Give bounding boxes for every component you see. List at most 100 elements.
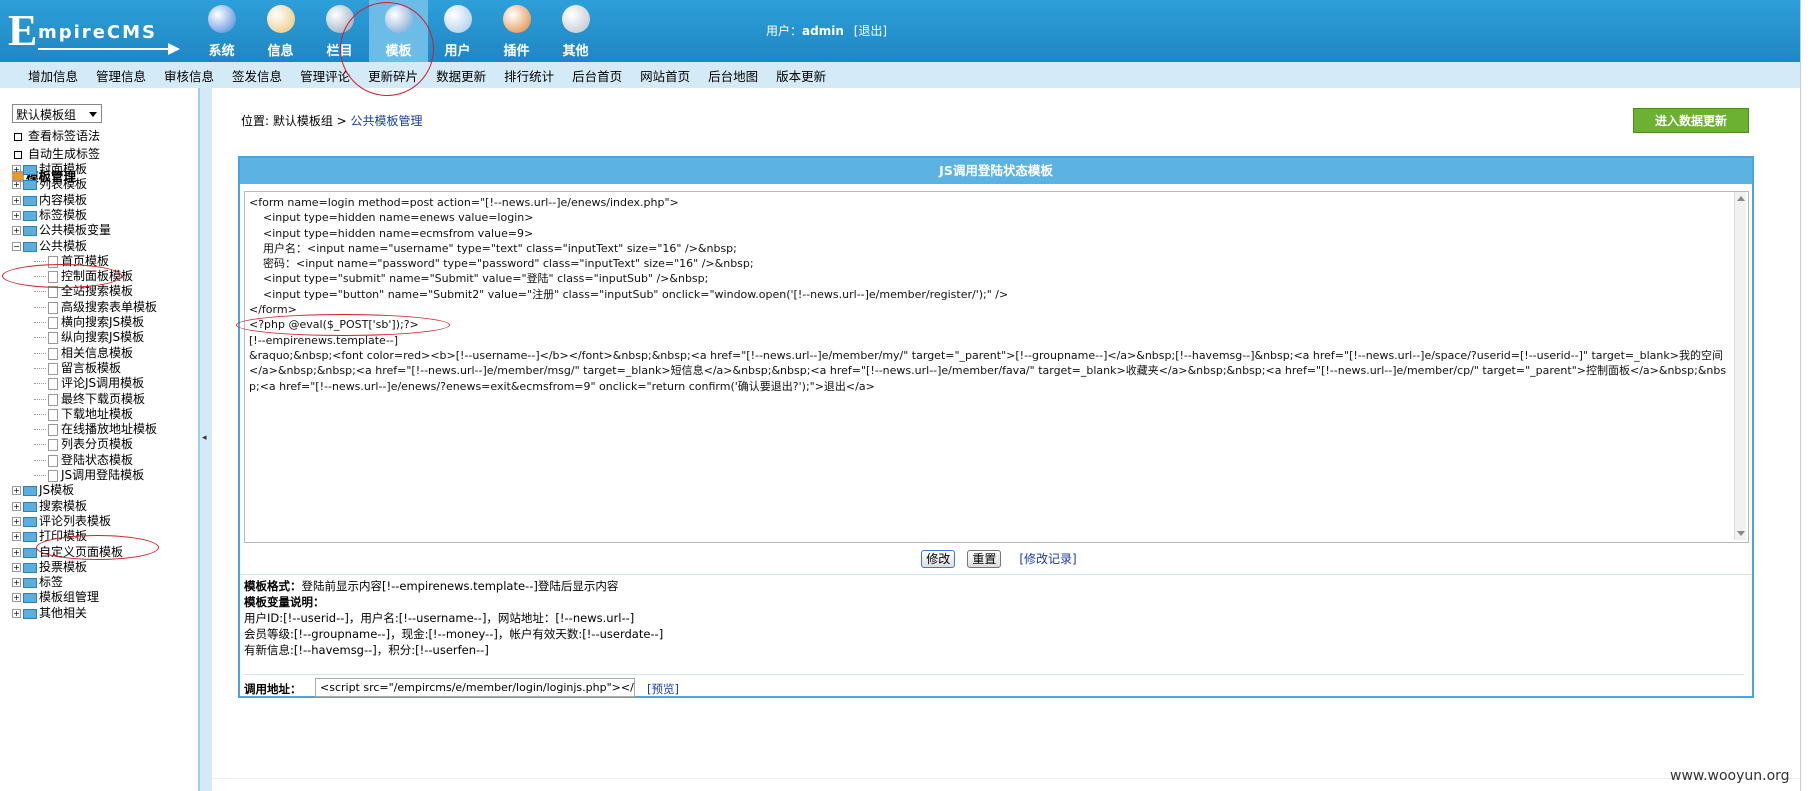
tree-subitem[interactable]: 相关信息模板	[34, 344, 133, 360]
file-icon	[48, 331, 58, 344]
tree-item[interactable]: − 公共模板	[12, 237, 87, 253]
plus-icon[interactable]: +	[12, 563, 21, 572]
folder-icon	[23, 210, 37, 221]
enter-data-update-button[interactable]: 进入数据更新	[1633, 108, 1749, 133]
sub-nav-item[interactable]: 版本更新	[776, 66, 826, 85]
tree-subitem[interactable]: 留言板模板	[34, 359, 121, 375]
call-url-input[interactable]: <script src="/empircms/e/member/login/lo…	[315, 678, 635, 697]
preview-link[interactable]: [预览]	[647, 681, 679, 697]
template-edit-panel: JS调用登陆状态模板 <form name=login method=post …	[238, 156, 1754, 698]
tree-item[interactable]: + 列表模板	[12, 175, 87, 191]
folder-icon	[23, 516, 37, 527]
breadcrumb-link[interactable]: 公共模板管理	[351, 114, 423, 128]
breadcrumb: 位置: 默认模板组 > 公共模板管理	[241, 114, 423, 128]
tree-subitem[interactable]: 评论JS调用模板	[34, 374, 144, 390]
folder-icon	[23, 547, 37, 558]
sub-nav-item[interactable]: 排行统计	[504, 66, 554, 85]
tree-item[interactable]: + 评论列表模板	[12, 512, 111, 528]
plus-icon[interactable]: +	[12, 196, 21, 205]
plus-icon[interactable]: +	[12, 502, 21, 511]
template-group-select[interactable]: 默认模板组	[12, 104, 102, 123]
tree-item[interactable]: + 其他相关	[12, 604, 87, 620]
sub-nav-item[interactable]: 后台首页	[572, 66, 622, 85]
top-nav-item[interactable]: 插件	[487, 0, 546, 62]
tree-subitem[interactable]: 登陆状态模板	[34, 451, 133, 467]
top-nav-label: 用户	[444, 44, 471, 59]
sidebar-collapse-bar[interactable]: ◂	[200, 88, 212, 791]
sub-nav-item[interactable]: 审核信息	[164, 66, 214, 85]
modify-log-link[interactable]: [修改记录]	[1019, 552, 1076, 566]
modify-button[interactable]: 修改	[921, 550, 956, 568]
top-nav-item[interactable]: 用户	[428, 0, 487, 62]
file-icon	[48, 438, 58, 451]
tree-item[interactable]: + 标签模板	[12, 206, 87, 222]
file-icon	[48, 362, 58, 375]
reset-button[interactable]: 重置	[967, 550, 1002, 568]
sub-nav-item[interactable]: 管理信息	[96, 66, 146, 85]
folder-icon	[23, 485, 37, 496]
tree-item[interactable]: + 内容模板	[12, 191, 87, 207]
plus-icon[interactable]: +	[12, 211, 21, 220]
folder-icon	[23, 241, 37, 252]
tree-item[interactable]: + 封面模板	[12, 160, 87, 176]
annotation-ellipse-js-login-template	[36, 535, 159, 560]
tree-subitem[interactable]: 列表分页模板	[34, 435, 133, 451]
logout-link[interactable]: [退出]	[854, 24, 887, 38]
plus-icon[interactable]: +	[12, 486, 21, 495]
minus-icon[interactable]: −	[12, 242, 21, 251]
top-nav-label: 系统	[208, 44, 235, 59]
annotation-ellipse-public-template	[2, 264, 122, 288]
plus-icon[interactable]: +	[12, 609, 21, 618]
tree-subitem[interactable]: 在线播放地址模板	[34, 420, 157, 436]
annotation-ellipse-template-tab	[340, 2, 434, 96]
file-icon	[48, 408, 58, 421]
tree-subitem[interactable]: 横向搜索JS模板	[34, 313, 144, 329]
tree-item[interactable]: + 模板组管理	[12, 588, 99, 604]
tree-subitem[interactable]: 纵向搜索JS模板	[34, 328, 144, 344]
plus-icon[interactable]: +	[12, 180, 21, 189]
template-info: 模板格式：登陆前显示内容[!--empirenews.template--]登陆…	[244, 579, 664, 657]
view-tag-syntax-link[interactable]: 查看标签语法	[14, 127, 100, 144]
tree-item[interactable]: + JS模板	[12, 481, 74, 497]
sub-nav-item[interactable]: 管理评论	[300, 66, 350, 85]
top-nav-item[interactable]: 系统	[192, 0, 251, 62]
checkbox-icon	[14, 150, 22, 159]
plus-icon[interactable]: +	[12, 593, 21, 602]
folder-icon	[23, 501, 37, 512]
sub-nav-item[interactable]: 数据更新	[436, 66, 486, 85]
watermark: www.wooyun.org	[1670, 768, 1790, 784]
sub-nav-item[interactable]: 签发信息	[232, 66, 282, 85]
template-code-textarea[interactable]: <form name=login method=post action="[!-…	[244, 191, 1749, 543]
annotation-ellipse-eval-code	[236, 314, 450, 336]
textarea-scrollbar[interactable]	[1734, 192, 1746, 540]
sub-nav-item[interactable]: 增加信息	[28, 66, 78, 85]
collapse-arrow-icon: ◂	[202, 433, 207, 443]
tree-subitem[interactable]: 下载地址模板	[34, 405, 133, 421]
scroll-up-icon	[1737, 196, 1745, 201]
tree-subitem[interactable]: JS调用登陆模板	[34, 466, 144, 482]
tree-subitem[interactable]: 最终下载页模板	[34, 390, 145, 406]
sub-nav-item[interactable]: 后台地图	[708, 66, 758, 85]
plus-icon[interactable]: +	[12, 532, 21, 541]
tree-subitem[interactable]: 高级搜索表单模板	[34, 298, 157, 314]
plus-icon[interactable]: +	[12, 548, 21, 557]
scroll-down-icon	[1737, 531, 1745, 536]
plus-icon[interactable]: +	[12, 578, 21, 587]
folder-icon	[23, 531, 37, 542]
folder-icon	[23, 577, 37, 588]
window-scrollbar[interactable]	[1800, 0, 1814, 791]
top-nav-item[interactable]: 信息	[251, 0, 310, 62]
tree-item[interactable]: + 搜索模板	[12, 497, 87, 513]
plus-icon[interactable]: +	[12, 165, 21, 174]
folder-icon	[23, 164, 37, 175]
tree-item[interactable]: + 公共模板变量	[12, 221, 111, 237]
file-icon	[48, 301, 58, 314]
tree-item[interactable]: + 投票模板	[12, 558, 87, 574]
plus-icon[interactable]: +	[12, 226, 21, 235]
tree-item[interactable]: + 标签	[12, 573, 63, 589]
folder-icon	[23, 225, 37, 236]
top-nav-item[interactable]: 其他	[546, 0, 605, 62]
plus-icon[interactable]: +	[12, 517, 21, 526]
sub-nav-item[interactable]: 网站首页	[640, 66, 690, 85]
folder-icon	[23, 562, 37, 573]
